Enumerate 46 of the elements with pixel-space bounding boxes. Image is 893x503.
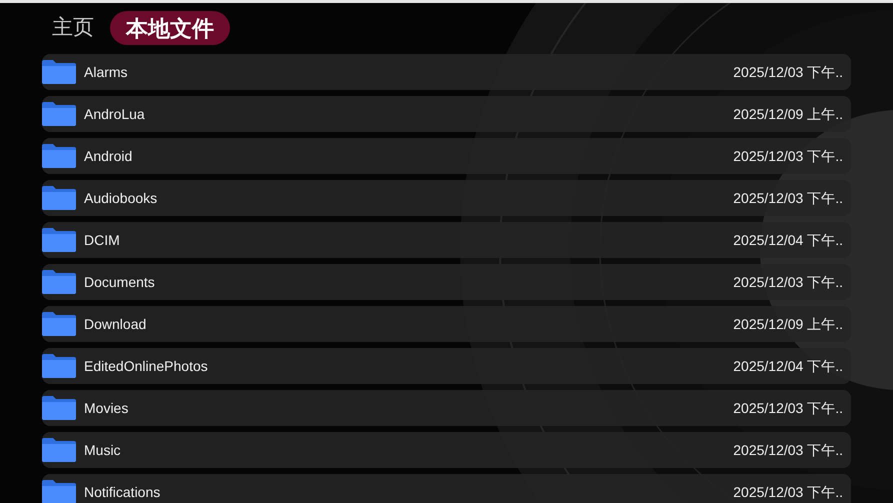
file-name: DCIM — [84, 230, 120, 250]
file-date: 2025/12/03 下午.. — [733, 482, 843, 502]
file-name: EditedOnlinePhotos — [84, 356, 208, 376]
file-name: Movies — [84, 398, 128, 418]
file-date: 2025/12/03 下午.. — [733, 188, 843, 208]
file-name: Android — [84, 146, 132, 166]
folder-icon — [42, 438, 76, 462]
file-date: 2025/12/03 下午.. — [733, 146, 843, 166]
folder-icon — [42, 144, 76, 168]
file-row[interactable]: DCIM 2025/12/04 下午.. — [42, 222, 851, 258]
folder-icon — [42, 186, 76, 210]
file-name: Music — [84, 440, 121, 460]
file-row[interactable]: Music 2025/12/03 下午.. — [42, 432, 851, 468]
file-row[interactable]: Download 2025/12/09 上午.. — [42, 306, 851, 342]
file-name: AndroLua — [84, 104, 145, 124]
file-row[interactable]: Movies 2025/12/03 下午.. — [42, 390, 851, 426]
folder-icon — [42, 270, 76, 294]
file-name: Download — [84, 314, 146, 334]
file-date: 2025/12/04 下午.. — [733, 230, 843, 250]
file-row[interactable]: AndroLua 2025/12/09 上午.. — [42, 96, 851, 132]
file-date: 2025/12/03 下午.. — [733, 398, 843, 418]
file-row[interactable]: Android 2025/12/03 下午.. — [42, 138, 851, 174]
file-row[interactable]: Audiobooks 2025/12/03 下午.. — [42, 180, 851, 216]
file-name: Notifications — [84, 482, 160, 502]
file-date: 2025/12/09 上午.. — [733, 104, 843, 124]
file-date: 2025/12/03 下午.. — [733, 440, 843, 460]
folder-icon — [42, 480, 76, 503]
file-row[interactable]: Documents 2025/12/03 下午.. — [42, 264, 851, 300]
tab[interactable]: 主页 — [48, 11, 98, 45]
file-date: 2025/12/03 下午.. — [733, 272, 843, 292]
file-name: Documents — [84, 272, 155, 292]
file-date: 2025/12/04 下午.. — [733, 356, 843, 376]
file-date: 2025/12/09 上午.. — [733, 314, 843, 334]
file-name: Alarms — [84, 62, 128, 82]
folder-icon — [42, 396, 76, 420]
folder-icon — [42, 228, 76, 252]
tab[interactable]: 本地文件 — [110, 11, 230, 45]
folder-icon — [42, 354, 76, 378]
file-name: Audiobooks — [84, 188, 158, 208]
file-row[interactable]: Alarms 2025/12/03 下午.. — [42, 54, 851, 90]
folder-icon — [42, 312, 76, 336]
file-date: 2025/12/03 下午.. — [733, 62, 843, 82]
folder-icon — [42, 102, 76, 126]
folder-icon — [42, 60, 76, 84]
file-row[interactable]: EditedOnlinePhotos 2025/12/04 下午.. — [42, 348, 851, 384]
file-row[interactable]: Notifications 2025/12/03 下午.. — [42, 474, 851, 503]
